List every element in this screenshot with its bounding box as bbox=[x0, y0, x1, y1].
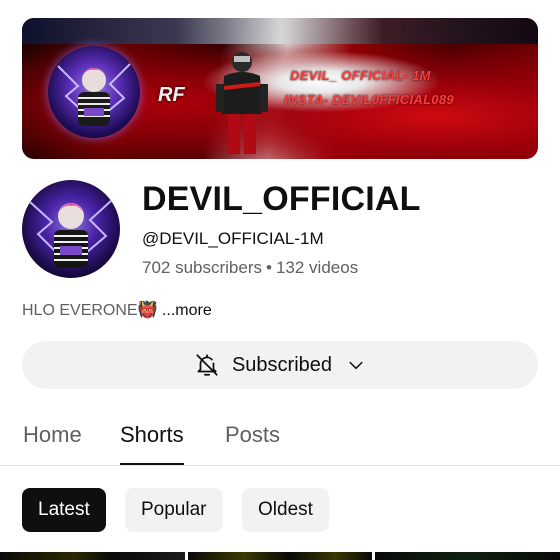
filter-chip-latest[interactable]: Latest bbox=[22, 488, 106, 532]
banner-logo bbox=[48, 46, 140, 138]
description-more-link[interactable]: ...more bbox=[162, 302, 212, 319]
channel-avatar[interactable] bbox=[22, 180, 120, 278]
channel-name: DEVIL_OFFICIAL bbox=[142, 180, 421, 218]
short-thumbnail[interactable] bbox=[0, 552, 185, 560]
subscribed-button[interactable]: Subscribed bbox=[22, 341, 538, 389]
channel-stats: 702 subscribers • 132 videos bbox=[142, 258, 358, 278]
banner-text-line1: DEVIL_ OFFICIAL- 1M bbox=[290, 68, 431, 83]
subscribed-label: Subscribed bbox=[231, 353, 333, 376]
channel-description[interactable]: HLO EVERONE👹 ...more bbox=[22, 300, 212, 320]
filter-chip-oldest[interactable]: Oldest bbox=[242, 488, 329, 532]
tab-posts[interactable]: Posts bbox=[225, 422, 280, 465]
tab-home[interactable]: Home bbox=[23, 422, 82, 465]
chevron-down-icon bbox=[344, 355, 366, 375]
banner-character bbox=[212, 48, 272, 159]
bell-off-icon bbox=[194, 352, 220, 378]
description-text: HLO EVERONE👹 bbox=[22, 302, 158, 319]
channel-handle: @DEVIL_OFFICIAL-1M bbox=[142, 229, 324, 248]
banner-top-strip bbox=[22, 18, 538, 44]
short-thumbnail[interactable] bbox=[187, 552, 373, 560]
video-count: 132 videos bbox=[275, 258, 359, 277]
tab-shorts[interactable]: Shorts bbox=[120, 422, 184, 465]
banner-rf-label: RF bbox=[158, 84, 185, 106]
banner-text-line2: INSTA- DEVIL0FFICIAL089 bbox=[284, 92, 454, 107]
channel-tabs: Home Shorts Posts bbox=[0, 418, 560, 466]
filter-chip-popular[interactable]: Popular bbox=[125, 488, 223, 532]
short-thumbnail[interactable] bbox=[375, 552, 560, 560]
shorts-grid bbox=[0, 552, 560, 560]
channel-banner: RF DEVIL_ OFFICIAL- 1M INSTA- DEVIL0FFIC… bbox=[22, 18, 538, 159]
stats-separator: • bbox=[266, 258, 272, 277]
subscriber-count: 702 subscribers bbox=[142, 258, 263, 277]
